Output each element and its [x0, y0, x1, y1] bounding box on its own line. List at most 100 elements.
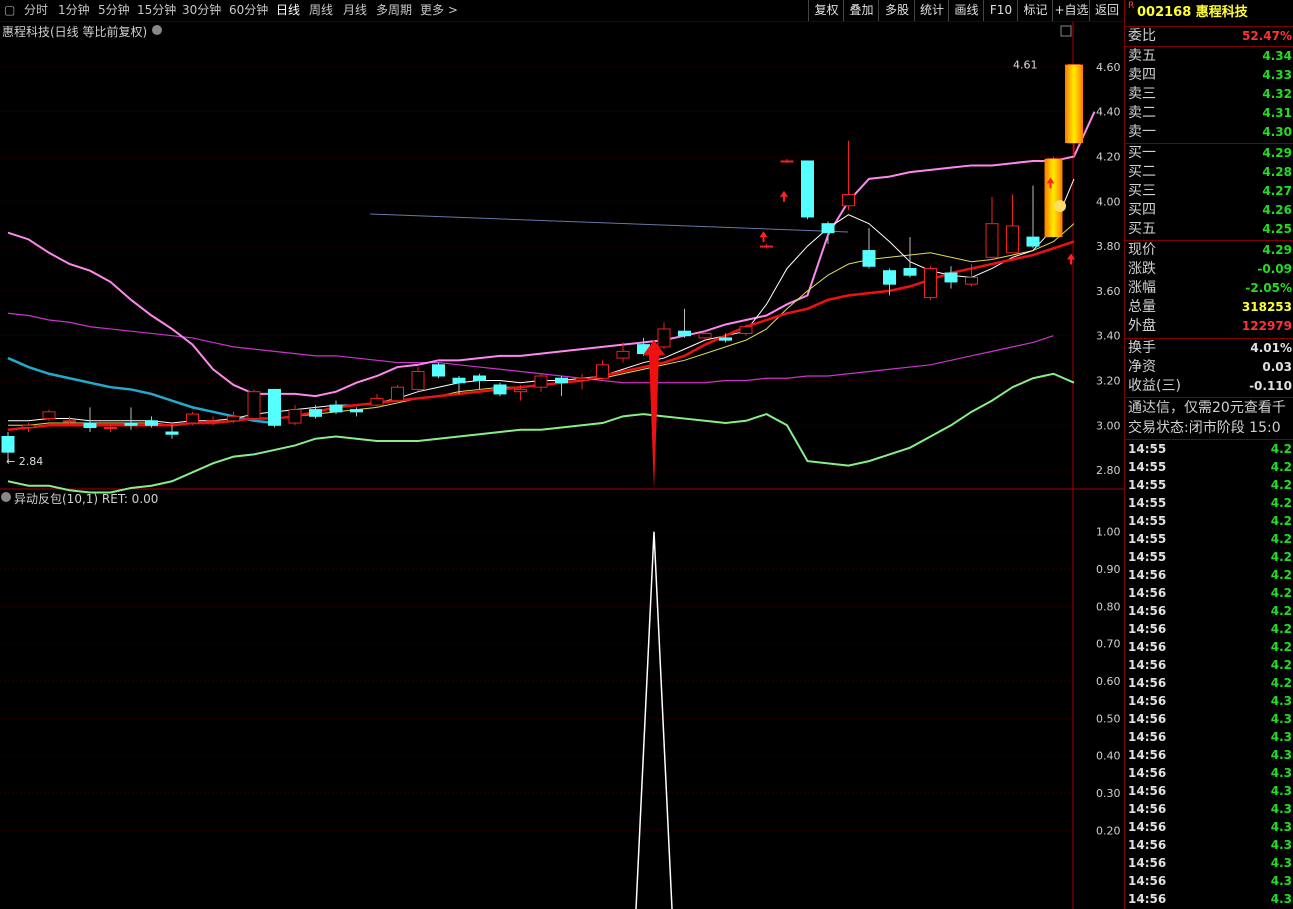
candle-body — [719, 337, 732, 341]
tick-row: 14:56 4.2 — [1128, 586, 1292, 600]
notice-row[interactable]: 通达信，仅需20元查看千 — [1125, 399, 1293, 418]
price-axis-label: 3.80 — [1096, 240, 1121, 253]
price-axis-label: 4.20 — [1096, 150, 1121, 163]
candle-body — [657, 328, 671, 348]
signal-bar — [1044, 158, 1063, 238]
tick-row: 14:55 4.2 — [1128, 514, 1292, 528]
candle-body — [370, 397, 384, 406]
candle-body — [534, 375, 548, 388]
tick-row: 14:55 4.2 — [1128, 496, 1292, 510]
indicator-axis-label: 0.60 — [1096, 675, 1121, 688]
tick-row: 14:55 4.2 — [1128, 442, 1292, 456]
stat-row: 涨幅 -2.05% — [1128, 280, 1292, 296]
candle-body — [842, 194, 855, 207]
tick-row: 14:56 4.3 — [1128, 748, 1292, 762]
ma-yellow-line — [8, 223, 1075, 426]
indicator-axis-label: 0.40 — [1096, 750, 1121, 763]
indicator-spike-line — [635, 531, 673, 909]
tick-row: 14:56 4.2 — [1128, 640, 1292, 654]
candle-body — [432, 364, 445, 377]
candle-body — [206, 420, 220, 423]
price-axis-label: 3.40 — [1096, 330, 1121, 343]
candle-body — [924, 267, 937, 299]
candle-body — [596, 364, 609, 379]
candle-body — [165, 431, 179, 435]
buy-row: 买一 4.29 — [1128, 145, 1292, 161]
price-axis-label: 3.20 — [1096, 374, 1121, 387]
indicator-axis-label: 0.20 — [1096, 824, 1121, 837]
candle-body — [616, 350, 630, 359]
candle-body — [739, 326, 753, 334]
indicator-dropdown-icon — [1, 492, 11, 502]
stock-header: R 002168 惠程科技 — [1128, 1, 1248, 20]
settings-icon — [1060, 25, 1072, 37]
candle-body — [575, 377, 589, 381]
candle-body — [1026, 236, 1040, 247]
tick-row: 14:56 4.3 — [1128, 802, 1292, 816]
tick-row: 14:56 4.2 — [1128, 658, 1292, 672]
buy-row: 买三 4.27 — [1128, 183, 1292, 199]
indicator-axis-label: 0.80 — [1096, 600, 1121, 613]
tick-row: 14:56 4.3 — [1128, 730, 1292, 744]
sell-row: 卖二 4.31 — [1128, 105, 1292, 121]
tick-row: 14:56 4.3 — [1128, 838, 1292, 852]
candle-body — [227, 415, 240, 422]
candle-body — [124, 422, 138, 426]
candle-body — [862, 250, 876, 267]
high-price-label: 4.61 — [1013, 59, 1038, 72]
price-axis-label: 3.00 — [1096, 419, 1121, 432]
tick-row: 14:56 4.3 — [1128, 874, 1292, 888]
candle-body — [247, 391, 261, 420]
candle-body — [903, 267, 917, 276]
signal-bar — [1065, 64, 1083, 144]
candle-body — [104, 427, 117, 430]
price-axis-label: 4.60 — [1096, 61, 1121, 74]
buy-row: 买二 4.28 — [1128, 164, 1292, 180]
candle-body — [760, 245, 773, 248]
candle-body — [985, 223, 999, 258]
candle-body — [1, 435, 15, 453]
indicator-axis-label: 0.50 — [1096, 712, 1121, 725]
candle-body — [944, 272, 958, 283]
trend-line — [369, 213, 849, 233]
candle-body — [883, 270, 896, 285]
dropdown-icon — [152, 25, 162, 35]
tick-row: 14:56 4.3 — [1128, 784, 1292, 798]
indicator-axis-label: 0.70 — [1096, 638, 1121, 651]
tick-row: 14:56 4.3 — [1128, 712, 1292, 726]
buy-row: 买四 4.26 — [1128, 202, 1292, 218]
stat2-row: 净资 0.03 — [1128, 359, 1292, 375]
separator — [1125, 397, 1293, 398]
tick-row: 14:56 4.3 — [1128, 766, 1292, 780]
tick-row: 14:56 4.2 — [1128, 676, 1292, 690]
indicator-axis-label: 0.30 — [1096, 787, 1121, 800]
candle-body — [555, 377, 568, 384]
kline-chart[interactable]: 4.60 4.40 4.20 4.00 3.80 3.60 3.40 3.20 3.00 2.80… — [0, 0, 1124, 909]
candle-body — [411, 371, 425, 390]
candle-body — [63, 420, 76, 423]
stat-row: 现价 4.29 — [1128, 242, 1292, 258]
tick-row: 14:55 4.2 — [1128, 550, 1292, 564]
tick-row: 14:55 4.2 — [1128, 532, 1292, 546]
candle-body — [309, 409, 322, 417]
sell-row: 卖四 4.33 — [1128, 67, 1292, 83]
tick-row: 14:56 4.3 — [1128, 892, 1292, 906]
tick-row: 14:56 4.3 — [1128, 694, 1292, 708]
candle-body — [83, 422, 97, 429]
candle-body — [801, 160, 814, 218]
candle-body — [268, 388, 281, 426]
stat-row: 总量 318253 — [1128, 299, 1292, 315]
price-axis-label: 4.40 — [1096, 106, 1121, 119]
stat2-row: 收益(三) -0.110 — [1128, 378, 1292, 394]
low-price-label: ← 2.84 — [6, 455, 43, 468]
sell-row: 卖五 4.34 — [1128, 48, 1292, 64]
upper-band-line — [7, 111, 1096, 398]
tick-row: 14:55 4.2 — [1128, 460, 1292, 474]
candle-body — [493, 384, 507, 395]
stat2-row: 换手 4.01% — [1128, 340, 1292, 356]
candle-body — [22, 424, 35, 429]
stat-row: 外盘 122979 — [1128, 318, 1292, 334]
tick-row: 14:55 4.2 — [1128, 478, 1292, 492]
candle-body — [965, 276, 978, 285]
quote-panel: R 002168 惠程科技 委比 52.47% 卖五 4.34 卖四 4.33 卖三 4.32 卖二… — [1124, 0, 1293, 909]
